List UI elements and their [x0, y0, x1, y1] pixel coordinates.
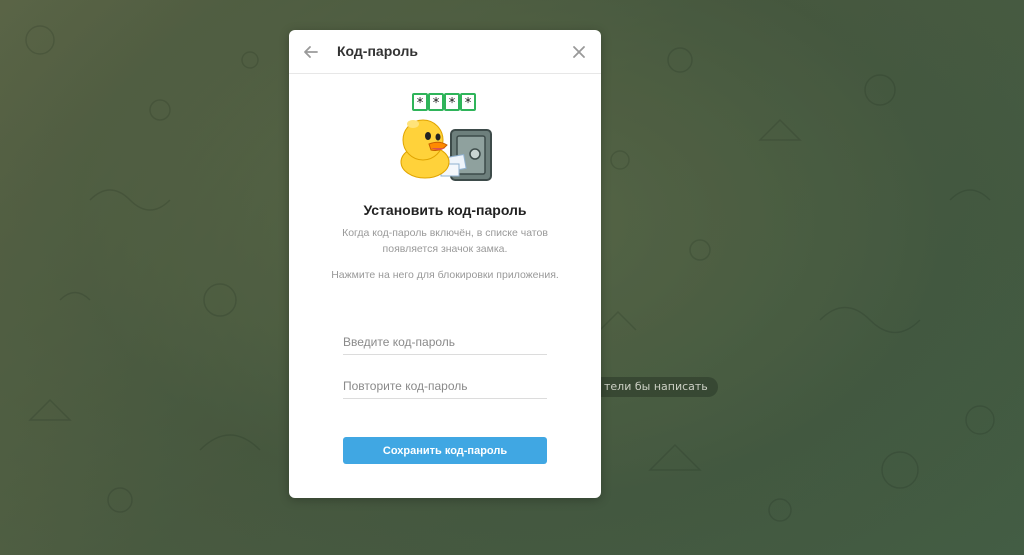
passcode-boxes: * * * * [412, 93, 476, 111]
modal-title: Код-пароль [337, 43, 418, 59]
passcode-heading: Установить код-пароль [363, 202, 527, 218]
arrow-left-icon[interactable] [301, 42, 321, 62]
svg-text:*: * [416, 96, 424, 111]
svg-text:*: * [448, 96, 456, 111]
close-icon[interactable] [569, 42, 589, 62]
passcode-description: Когда код-пароль включён, в списке чатов… [342, 227, 548, 255]
modal-header: Код-пароль [289, 30, 601, 74]
svg-text:*: * [432, 96, 440, 111]
duck-with-safe-sticker: * * * * [400, 93, 492, 181]
svg-text:*: * [464, 96, 472, 111]
passcode-modal: Код-пароль * * * * Установить код-пароль… [289, 30, 601, 498]
new-passcode-input[interactable] [343, 329, 547, 355]
passcode-lock-hint: Нажмите на него для блокировки приложени… [331, 269, 559, 281]
repeat-passcode-input[interactable] [343, 373, 547, 399]
save-passcode-button[interactable]: Сохранить код-пароль [343, 437, 547, 464]
